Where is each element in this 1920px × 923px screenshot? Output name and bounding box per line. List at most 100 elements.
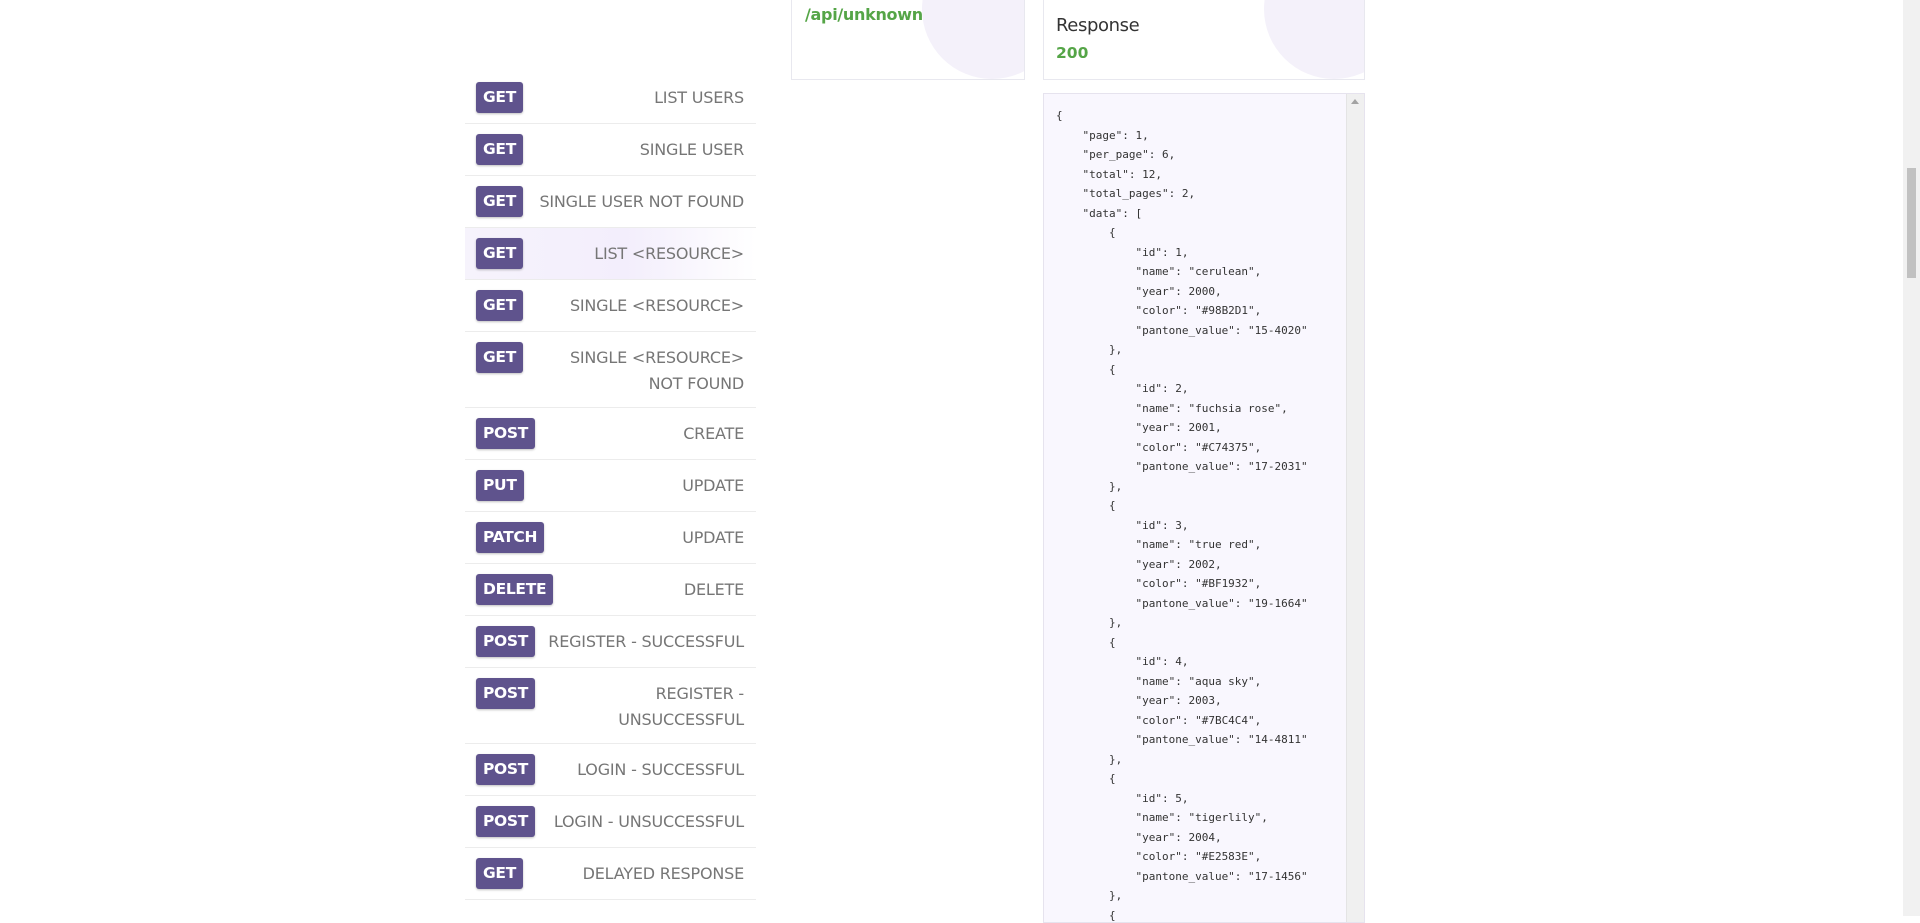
endpoint-item[interactable]: GET SINGLE <RESOURCE> NOT FOUND bbox=[465, 332, 756, 408]
method-badge: POST bbox=[476, 626, 535, 657]
response-json-line: "pantone_value": "15-4020" bbox=[1056, 321, 1308, 341]
response-json-line: "name": "fuchsia rose", bbox=[1056, 399, 1308, 419]
method-badge: GET bbox=[476, 858, 523, 889]
endpoint-label: DELETE bbox=[684, 574, 744, 603]
request-url: /api/unknown bbox=[805, 5, 923, 24]
method-badge: DELETE bbox=[476, 574, 553, 605]
endpoint-item[interactable]: POST LOGIN - SUCCESSFUL bbox=[465, 744, 756, 796]
page-scrollbar-thumb[interactable] bbox=[1907, 168, 1916, 278]
method-badge: POST bbox=[476, 678, 535, 709]
response-scrollbar[interactable] bbox=[1346, 94, 1364, 922]
method-badge: GET bbox=[476, 290, 523, 321]
endpoint-label: SINGLE USER NOT FOUND bbox=[539, 186, 744, 215]
response-json-line: "total": 12, bbox=[1056, 165, 1308, 185]
response-body-panel[interactable]: { "page": 1, "per_page": 6, "total": 12,… bbox=[1043, 93, 1365, 923]
response-json-line: "data": [ bbox=[1056, 204, 1308, 224]
response-json-line: "id": 4, bbox=[1056, 652, 1308, 672]
response-json-line: { bbox=[1056, 769, 1308, 789]
endpoint-item[interactable]: POST REGISTER - UNSUCCESSFUL bbox=[465, 668, 756, 744]
response-json-line: "pantone_value": "19-1664" bbox=[1056, 594, 1308, 614]
response-json-line: "color": "#BF1932", bbox=[1056, 574, 1308, 594]
response-json-line: "pantone_value": "17-2031" bbox=[1056, 457, 1308, 477]
response-header-panel: Response 200 bbox=[1043, 0, 1365, 80]
method-badge: GET bbox=[476, 82, 523, 113]
endpoint-item[interactable]: DELETE DELETE bbox=[465, 564, 756, 616]
response-json-line: "id": 1, bbox=[1056, 243, 1308, 263]
endpoint-label: UPDATE bbox=[682, 522, 744, 551]
decorative-logo-shape bbox=[922, 0, 1025, 79]
response-json-line: }, bbox=[1056, 340, 1308, 360]
response-json-line: "color": "#C74375", bbox=[1056, 438, 1308, 458]
method-badge: GET bbox=[476, 186, 523, 217]
endpoint-label: LIST <RESOURCE> bbox=[594, 238, 744, 267]
response-json-line: "year": 2000, bbox=[1056, 282, 1308, 302]
response-json-line: }, bbox=[1056, 886, 1308, 906]
response-json-line: "pantone_value": "17-1456" bbox=[1056, 867, 1308, 887]
response-json-line: "name": "cerulean", bbox=[1056, 262, 1308, 282]
response-json-line: "pantone_value": "14-4811" bbox=[1056, 730, 1308, 750]
response-json-line: "id": 5, bbox=[1056, 789, 1308, 809]
endpoint-item[interactable]: PATCH UPDATE bbox=[465, 512, 756, 564]
response-json-line: { bbox=[1056, 633, 1308, 653]
endpoint-item[interactable]: POST LOGIN - UNSUCCESSFUL bbox=[465, 796, 756, 848]
endpoint-label: CREATE bbox=[683, 418, 744, 447]
endpoint-label: REGISTER - SUCCESSFUL bbox=[548, 626, 744, 655]
response-json-line: "year": 2002, bbox=[1056, 555, 1308, 575]
response-json-line: { bbox=[1056, 906, 1308, 923]
endpoint-label: SINGLE <RESOURCE> bbox=[570, 290, 744, 319]
endpoint-item[interactable]: GET LIST USERS bbox=[465, 72, 756, 124]
endpoint-item[interactable]: GET LIST <RESOURCE> bbox=[465, 228, 756, 280]
endpoint-label: REGISTER - UNSUCCESSFUL bbox=[545, 678, 744, 733]
method-badge: PATCH bbox=[476, 522, 544, 553]
response-json-line: { bbox=[1056, 496, 1308, 516]
page-scrollbar[interactable] bbox=[1903, 0, 1920, 916]
endpoint-label: UPDATE bbox=[682, 470, 744, 499]
response-json-line: "year": 2004, bbox=[1056, 828, 1308, 848]
method-badge: PUT bbox=[476, 470, 524, 501]
response-json-line: "per_page": 6, bbox=[1056, 145, 1308, 165]
response-json-line: }, bbox=[1056, 750, 1308, 770]
response-json-line: { bbox=[1056, 360, 1308, 380]
endpoint-item[interactable]: POST CREATE bbox=[465, 408, 756, 460]
endpoint-item[interactable]: PUT UPDATE bbox=[465, 460, 756, 512]
response-json-line: "name": "aqua sky", bbox=[1056, 672, 1308, 692]
response-json-line: { bbox=[1056, 223, 1308, 243]
response-json-line: "page": 1, bbox=[1056, 126, 1308, 146]
response-json-line: "color": "#98B2D1", bbox=[1056, 301, 1308, 321]
method-badge: GET bbox=[476, 134, 523, 165]
endpoint-item[interactable]: POST REGISTER - SUCCESSFUL bbox=[465, 616, 756, 668]
response-json-line: "color": "#E2583E", bbox=[1056, 847, 1308, 867]
response-json-line: "year": 2001, bbox=[1056, 418, 1308, 438]
endpoint-label: LIST USERS bbox=[654, 82, 744, 111]
request-url-panel: /api/unknown bbox=[791, 0, 1025, 80]
response-json-line: "total_pages": 2, bbox=[1056, 184, 1308, 204]
response-title: Response bbox=[1056, 15, 1139, 36]
endpoint-label: DELAYED RESPONSE bbox=[583, 858, 744, 887]
endpoint-item[interactable]: GET DELAYED RESPONSE bbox=[465, 848, 756, 900]
response-json-line: "id": 3, bbox=[1056, 516, 1308, 536]
method-badge: POST bbox=[476, 806, 535, 837]
endpoint-list: GET LIST USERS GET SINGLE USER GET SINGLE USE… bbox=[465, 72, 756, 900]
method-badge: POST bbox=[476, 754, 535, 785]
endpoint-item[interactable]: GET SINGLE USER NOT FOUND bbox=[465, 176, 756, 228]
response-json-line: { bbox=[1056, 106, 1308, 126]
endpoint-label: SINGLE USER bbox=[640, 134, 744, 163]
method-badge: GET bbox=[476, 342, 523, 373]
response-json-line: }, bbox=[1056, 477, 1308, 497]
method-badge: GET bbox=[476, 238, 523, 269]
response-json-line: "name": "tigerlily", bbox=[1056, 808, 1308, 828]
response-json-line: "color": "#7BC4C4", bbox=[1056, 711, 1308, 731]
endpoint-label: LOGIN - UNSUCCESSFUL bbox=[554, 806, 744, 835]
endpoint-item[interactable]: GET SINGLE <RESOURCE> bbox=[465, 280, 756, 332]
method-badge: POST bbox=[476, 418, 535, 449]
response-status-code: 200 bbox=[1056, 44, 1088, 62]
endpoint-label: LOGIN - SUCCESSFUL bbox=[577, 754, 744, 783]
endpoint-item[interactable]: GET SINGLE USER bbox=[465, 124, 756, 176]
response-json-line: "year": 2003, bbox=[1056, 691, 1308, 711]
response-json-line: "id": 2, bbox=[1056, 379, 1308, 399]
endpoint-label: SINGLE <RESOURCE> NOT FOUND bbox=[533, 342, 744, 397]
response-json-line: }, bbox=[1056, 613, 1308, 633]
scroll-up-arrow-icon[interactable] bbox=[1351, 99, 1359, 104]
decorative-logo-shape bbox=[1264, 0, 1365, 79]
response-json: { "page": 1, "per_page": 6, "total": 12,… bbox=[1056, 106, 1308, 923]
